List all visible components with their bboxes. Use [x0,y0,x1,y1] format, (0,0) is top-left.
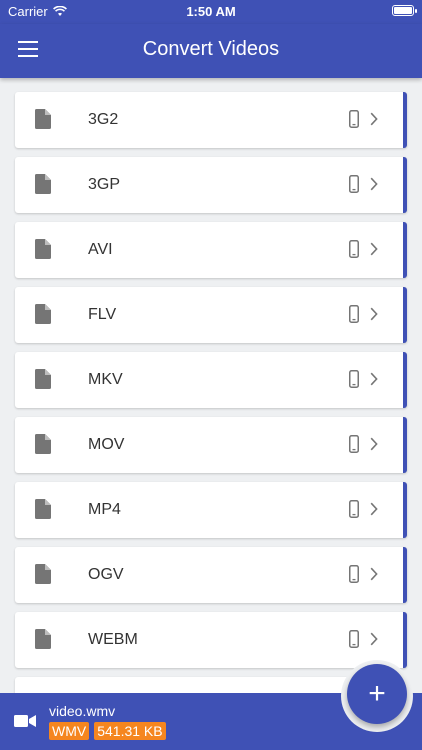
phone-icon [349,630,359,648]
file-icon [35,369,51,389]
phone-icon [349,240,359,258]
phone-icon [349,110,359,128]
format-list-item-avi[interactable]: AVI [15,222,407,278]
phone-icon [349,500,359,518]
format-list-item-3g2[interactable]: 3G2 [15,92,407,148]
format-list-item-flv[interactable]: FLV [15,287,407,343]
app-bar: Convert Videos [0,24,422,78]
file-icon [35,304,51,324]
chevron-right-icon [370,372,378,386]
file-icon [35,499,51,519]
size-badge: 541.31 KB [94,722,166,740]
format-label: WEBM [88,631,138,648]
format-list-item-webm[interactable]: WEBM [15,612,407,668]
format-list-item-3gp[interactable]: 3GP [15,157,407,213]
chevron-right-icon [370,307,378,321]
format-label: 3GP [88,176,121,193]
page-title: Convert Videos [142,38,280,60]
format-label: MOV [88,436,125,453]
phone-icon [349,175,359,193]
phone-icon [349,565,359,583]
phone-icon [349,305,359,323]
file-badges: WMV 541.31 KB [49,722,166,740]
format-badge: WMV [49,722,90,740]
chevron-right-icon [370,632,378,646]
format-label: MKV [88,371,123,388]
format-list-item-mp4[interactable]: MP4 [15,482,407,538]
file-icon [35,174,51,194]
file-icon [35,629,51,649]
format-label: MP4 [88,501,121,518]
chevron-right-icon [370,502,378,516]
add-file-button[interactable]: + [347,664,407,724]
chevron-right-icon [370,177,378,191]
file-name: video.wmv [49,703,116,719]
phone-icon [349,435,359,453]
format-label: 3G2 [88,111,119,128]
status-bar: Carrier 1:50 AM [0,0,422,24]
format-label: FLV [88,306,117,323]
chevron-right-icon [370,437,378,451]
file-icon [35,564,51,584]
format-label: OGV [88,566,124,583]
video-camera-icon [14,715,36,727]
file-icon [35,239,51,259]
file-icon [35,434,51,454]
format-list-item-mkv[interactable]: MKV [15,352,407,408]
chevron-right-icon [370,242,378,256]
format-list: 3G2 3GP AVI FLV MKV MOV MP4 OGV WEBM [15,92,407,716]
file-icon [35,109,51,129]
format-list-item-ogv[interactable]: OGV [15,547,407,603]
phone-icon [349,370,359,388]
battery-icon [392,5,417,16]
status-time: 1:50 AM [186,4,236,19]
format-list-item-mov[interactable]: MOV [15,417,407,473]
format-label: AVI [88,241,113,258]
chevron-right-icon [370,112,378,126]
chevron-right-icon [370,567,378,581]
